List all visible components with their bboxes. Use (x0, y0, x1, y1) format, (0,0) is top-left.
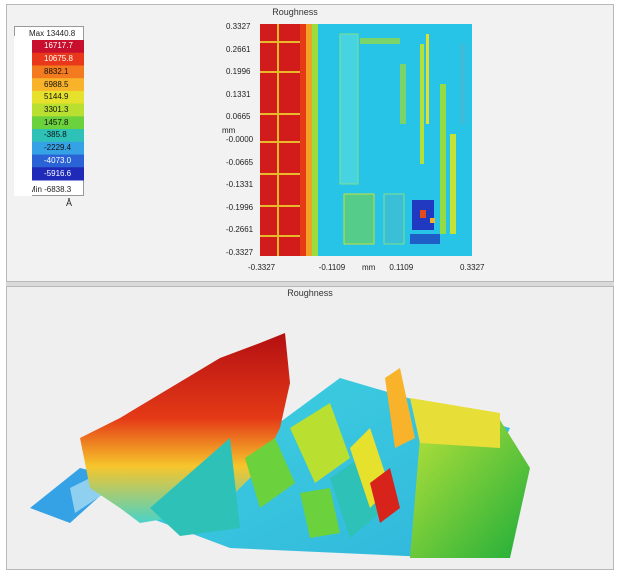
x-tick-label: 0.1109 (389, 263, 414, 272)
legend-value-label: -4073.0 (44, 155, 72, 165)
y-tick-label: 0.2661 (226, 44, 251, 54)
legend-value-label: 6988.5 (44, 79, 69, 89)
legend-margin (14, 36, 32, 196)
legend-value-label: 5144.9 (44, 92, 69, 102)
y-axis-unit: mm (222, 126, 236, 135)
roughness-3d-view (30, 333, 530, 558)
top-panel-title: Roughness (272, 7, 318, 17)
y-tick-label: -0.0665 (226, 157, 254, 167)
legend-value-label: 1457.8 (44, 117, 69, 127)
x-tick-label: -0.1109 (318, 263, 346, 272)
legend-value-label: -5916.6 (44, 168, 72, 178)
legend-value-label: 8832.1 (44, 66, 69, 76)
y-tick-label: -0.3327 (226, 248, 254, 257)
legend-value-label: 3301.3 (44, 105, 69, 114)
y-tick-label: -0.0000 (226, 135, 254, 144)
bottom-panel-title: Roughness (287, 288, 333, 298)
legend-value-label: 16717.7 (44, 41, 73, 51)
y-tick-label: 0.1331 (226, 89, 251, 99)
x-tick-label: 0.3327 (460, 263, 485, 272)
legend-value-label: -2229.4 (44, 143, 72, 153)
y-tick-label: 0.3327 (226, 22, 251, 31)
y-tick-label: 0.1996 (226, 67, 251, 77)
legend-unit: Å (66, 198, 73, 208)
roughness-2d-map (260, 24, 472, 256)
y-tick-label: -0.2661 (226, 225, 254, 235)
x-tick-label: -0.3327 (248, 263, 276, 272)
y-tick-label: -0.1996 (226, 202, 254, 212)
y-tick-label: 0.0665 (226, 112, 251, 122)
legend-value-label: -385.8 (44, 130, 67, 140)
y-tick-label: -0.1331 (226, 180, 254, 190)
x-axis-unit: mm (362, 263, 376, 272)
legend-value-label: 10675.8 (44, 54, 73, 64)
